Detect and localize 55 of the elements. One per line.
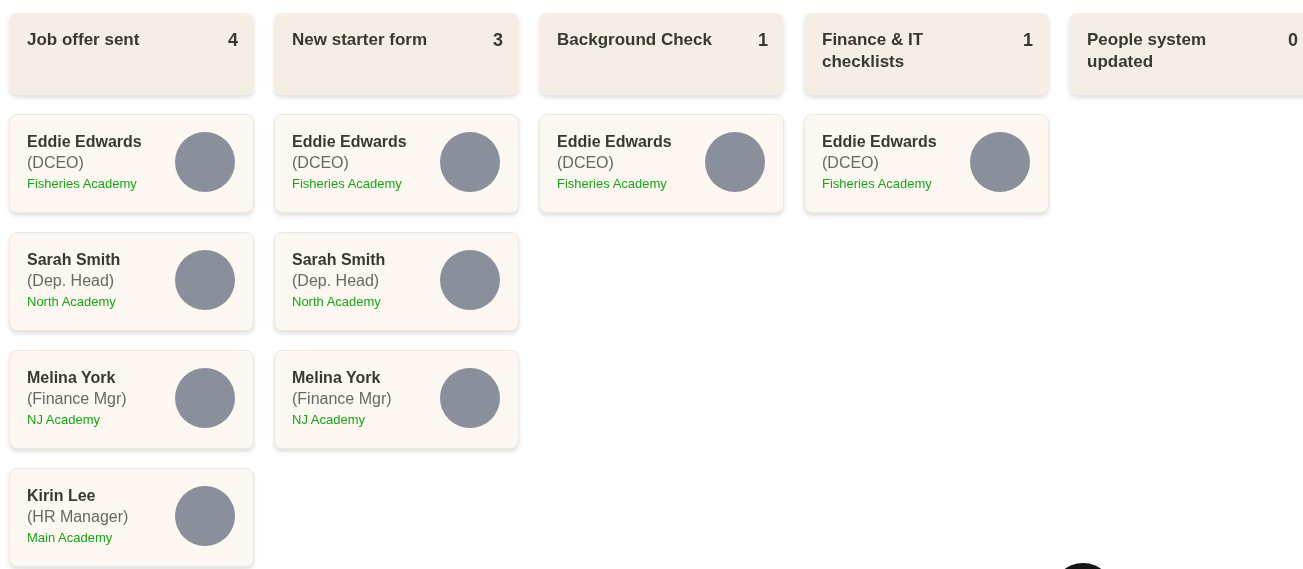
column-title: Job offer sent xyxy=(27,29,140,51)
person-card[interactable]: Melina York (Finance Mgr) NJ Academy xyxy=(274,350,519,449)
academy-label: NJ Academy xyxy=(292,412,366,427)
person-role: (Finance Mgr) xyxy=(292,389,392,409)
person-name: Eddie Edwards xyxy=(292,132,407,152)
person-card[interactable]: Kirin Lee (HR Manager) Main Academy xyxy=(9,468,254,567)
academy-label: Fisheries Academy xyxy=(557,176,668,191)
academy-label: North Academy xyxy=(292,294,382,309)
avatar-placeholder xyxy=(175,132,235,192)
person-name: Eddie Edwards xyxy=(557,132,672,152)
column-count: 4 xyxy=(228,29,238,51)
person-card[interactable]: Eddie Edwards (DCEO) Fisheries Academy xyxy=(274,114,519,213)
person-name: Melina York xyxy=(292,368,382,388)
person-role: (DCEO) xyxy=(557,153,615,173)
column-title: Background Check xyxy=(557,29,712,51)
avatar-placeholder xyxy=(440,368,500,428)
person-card[interactable]: Eddie Edwards (DCEO) Fisheries Academy xyxy=(804,114,1049,213)
person-name: Kirin Lee xyxy=(27,486,97,506)
avatar-placeholder xyxy=(970,132,1030,192)
academy-label: Fisheries Academy xyxy=(822,176,933,191)
academy-label: Fisheries Academy xyxy=(292,176,403,191)
academy-label: NJ Academy xyxy=(27,412,101,427)
academy-label: Main Academy xyxy=(27,530,114,545)
person-name: Melina York xyxy=(27,368,117,388)
avatar-placeholder xyxy=(175,250,235,310)
person-name: Eddie Edwards xyxy=(822,132,937,152)
person-card[interactable]: Eddie Edwards (DCEO) Fisheries Academy xyxy=(9,114,254,213)
column-title: People system updated xyxy=(1087,29,1208,73)
person-card[interactable]: Sarah Smith (Dep. Head) North Academy xyxy=(9,232,254,331)
column-count: 3 xyxy=(493,29,503,51)
person-name: Eddie Edwards xyxy=(27,132,142,152)
person-role: (DCEO) xyxy=(822,153,880,173)
avatar-placeholder xyxy=(175,368,235,428)
person-name: Sarah Smith xyxy=(292,250,386,270)
avatar-placeholder xyxy=(175,486,235,546)
avatar-placeholder xyxy=(705,132,765,192)
person-card[interactable]: Melina York (Finance Mgr) NJ Academy xyxy=(9,350,254,449)
person-role: (Dep. Head) xyxy=(292,271,381,291)
person-card[interactable]: Sarah Smith (Dep. Head) North Academy xyxy=(274,232,519,331)
academy-label: North Academy xyxy=(27,294,117,309)
person-role: (Dep. Head) xyxy=(27,271,116,291)
column-title: Finance & IT checklists xyxy=(822,29,925,73)
person-role: (DCEO) xyxy=(27,153,85,173)
avatar-placeholder xyxy=(440,250,500,310)
person-role: (Finance Mgr) xyxy=(27,389,127,409)
column-count: 1 xyxy=(1023,29,1033,51)
avatar-placeholder xyxy=(440,132,500,192)
column-count: 0 xyxy=(1288,29,1298,51)
person-name: Sarah Smith xyxy=(27,250,121,270)
column-title: New starter form xyxy=(292,29,428,51)
person-role: (HR Manager) xyxy=(27,507,129,527)
column-count: 1 xyxy=(758,29,768,51)
person-card[interactable]: Eddie Edwards (DCEO) Fisheries Academy xyxy=(539,114,784,213)
academy-label: Fisheries Academy xyxy=(27,176,138,191)
person-role: (DCEO) xyxy=(292,153,350,173)
